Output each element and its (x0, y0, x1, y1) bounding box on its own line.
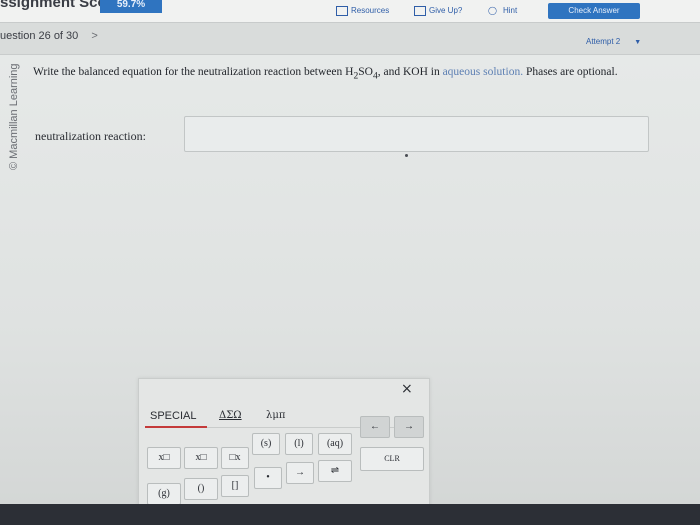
give-up-button[interactable]: Give Up? (414, 4, 462, 18)
arrow-left-button[interactable]: ← (360, 416, 390, 438)
answer-input[interactable] (184, 116, 649, 152)
phase-solid-button[interactable]: (s) (252, 433, 280, 455)
dot-button[interactable]: • (254, 467, 282, 489)
bottom-frame (0, 504, 700, 525)
brackets-button[interactable]: [] (221, 475, 249, 497)
subscript-button[interactable]: x□ (184, 447, 218, 469)
tab-special[interactable]: SPECIAL (150, 410, 196, 422)
tab-greek-upper[interactable]: ΔΣΩ (219, 410, 242, 421)
phase-gas-button[interactable]: (g) (147, 483, 181, 505)
superscript-button[interactable]: x□ (147, 447, 181, 469)
next-question-icon[interactable]: > (91, 30, 97, 42)
active-tab-indicator (145, 426, 207, 428)
divider (0, 54, 700, 55)
chemistry-palette (138, 378, 430, 510)
resources-icon (336, 5, 348, 16)
question-counter: uestion 26 of 30 (0, 30, 79, 42)
phase-liquid-button[interactable]: (l) (285, 433, 313, 455)
cursor-dot (405, 154, 408, 157)
close-icon[interactable]: × (401, 381, 413, 397)
attempt-selector[interactable]: Attempt 2 ▼ (586, 37, 641, 46)
top-bar: ssignment Score: 59.7% Resources Give Up… (0, 0, 700, 23)
clear-button[interactable]: CLR (360, 447, 424, 471)
hint-button[interactable]: ◯ Hint (488, 4, 517, 18)
score-badge: 59.7% (100, 0, 162, 13)
tab-greek-lower[interactable]: λμπ (266, 410, 285, 421)
question-prompt: Write the balanced equation for the neut… (33, 66, 618, 82)
check-answer-button[interactable]: Check Answer (548, 3, 640, 19)
copyright-label: © Macmillan Learning (8, 63, 20, 170)
question-nav: uestion 26 of 30 > (0, 30, 98, 42)
chevron-down-icon: ▼ (634, 39, 642, 46)
arrow-right-button[interactable]: → (394, 416, 424, 438)
lightbulb-icon: ◯ (488, 6, 497, 15)
equilibrium-arrow-button[interactable]: ⇌ (318, 460, 352, 482)
reaction-arrow-button[interactable]: → (286, 462, 314, 484)
prescript-button[interactable]: □x (221, 447, 249, 469)
resources-button[interactable]: Resources (336, 4, 389, 18)
answer-label: neutralization reaction: (35, 129, 146, 143)
phase-aqueous-button[interactable]: (aq) (318, 433, 352, 455)
parentheses-button[interactable]: () (184, 478, 218, 500)
give-up-icon (414, 5, 426, 16)
